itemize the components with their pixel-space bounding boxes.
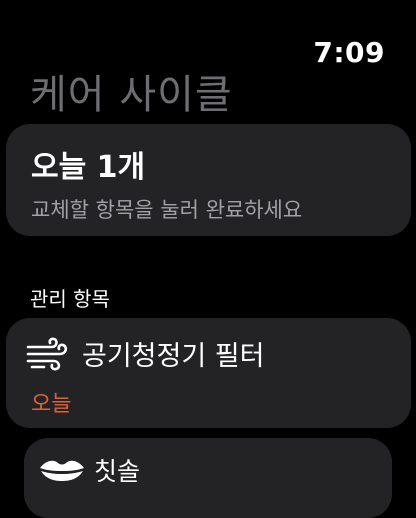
care-item-toothbrush[interactable]: 칫솔 bbox=[24, 438, 392, 518]
status-time: 7:09 bbox=[313, 36, 385, 69]
summary-title: 오늘 1개 bbox=[31, 150, 146, 185]
care-item-name: 공기청정기 필터 bbox=[82, 341, 265, 372]
summary-subtitle: 교체할 항목을 눌러 완료하세요 bbox=[31, 198, 303, 222]
page-title: 케어 사이클 bbox=[30, 72, 233, 118]
care-item-due: 오늘 bbox=[31, 392, 72, 417]
wind-icon bbox=[26, 337, 68, 371]
section-header: 관리 항목 bbox=[30, 287, 110, 311]
care-item-name: 칫솔 bbox=[94, 457, 141, 486]
today-summary-card[interactable]: 오늘 1개 교체할 항목을 눌러 완료하세요 bbox=[6, 124, 411, 236]
lips-icon bbox=[40, 460, 84, 481]
care-item-air-filter[interactable]: 공기청정기 필터 오늘 bbox=[6, 318, 411, 428]
